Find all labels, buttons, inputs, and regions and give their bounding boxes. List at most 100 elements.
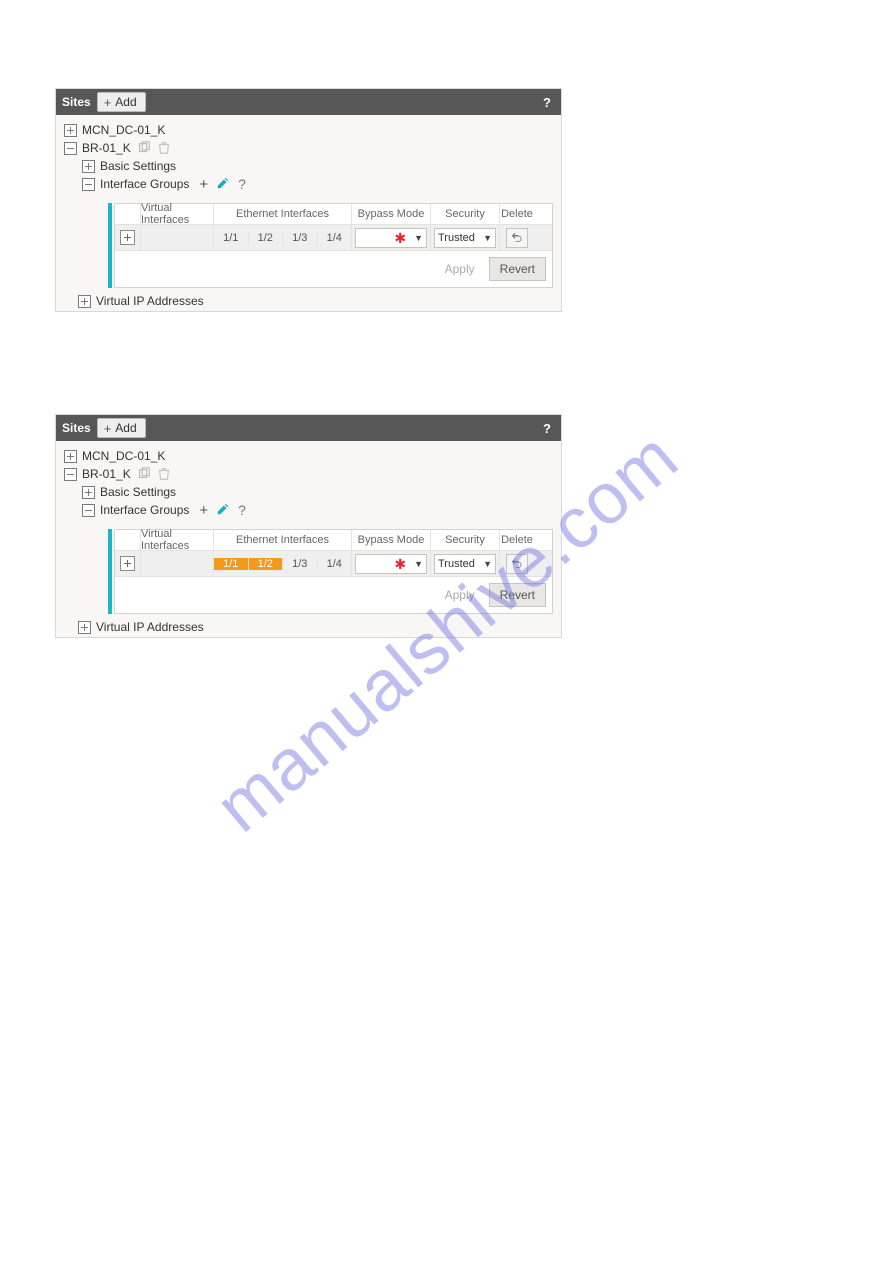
- row-add-cell: [115, 225, 140, 250]
- tree-node[interactable]: Basic Settings: [82, 157, 555, 175]
- sites-panel: Sites + Add ? MCN_DC-01_K BR-01_K Basic …: [55, 88, 562, 312]
- tree-node[interactable]: Interface Groups + ?: [82, 175, 555, 193]
- interface-groups-grid: Virtual Interfaces Ethernet Interfaces B…: [114, 529, 553, 614]
- panel-header: Sites + Add ?: [56, 415, 561, 441]
- eth-port-toggle[interactable]: 1/3: [282, 232, 317, 244]
- col-virtual-interfaces: Virtual Interfaces: [140, 530, 213, 550]
- add-icon[interactable]: +: [199, 502, 208, 519]
- node-label: Basic Settings: [100, 485, 176, 499]
- collapse-icon[interactable]: [82, 178, 95, 191]
- node-label: Basic Settings: [100, 159, 176, 173]
- col-delete: Delete: [499, 530, 534, 550]
- tree-node[interactable]: Virtual IP Addresses: [78, 294, 561, 308]
- clone-icon[interactable]: [137, 141, 151, 155]
- virtual-interfaces-cell[interactable]: [140, 551, 213, 576]
- grid-header: Virtual Interfaces Ethernet Interfaces B…: [115, 204, 552, 224]
- tree-node[interactable]: MCN_DC-01_K: [64, 121, 555, 139]
- expand-icon[interactable]: [64, 124, 77, 137]
- add-site-button[interactable]: + Add: [97, 418, 146, 438]
- trash-icon[interactable]: [157, 141, 171, 155]
- apply-button[interactable]: Apply: [437, 583, 483, 607]
- col-ethernet-interfaces: Ethernet Interfaces: [213, 530, 351, 550]
- collapse-icon[interactable]: [82, 504, 95, 517]
- tree-node[interactable]: Basic Settings: [82, 483, 555, 501]
- add-row-icon[interactable]: [120, 230, 135, 245]
- help-icon[interactable]: ?: [238, 502, 246, 518]
- edit-icon[interactable]: [216, 176, 230, 193]
- required-icon: ✱: [394, 557, 406, 571]
- col-blank: [115, 530, 140, 550]
- collapse-icon[interactable]: [64, 142, 77, 155]
- expand-icon[interactable]: [82, 486, 95, 499]
- grid-header: Virtual Interfaces Ethernet Interfaces B…: [115, 530, 552, 550]
- grid-footer: Apply Revert: [115, 250, 552, 287]
- accent-bar: [108, 203, 112, 288]
- tree-node[interactable]: MCN_DC-01_K: [64, 447, 555, 465]
- eth-port-toggle[interactable]: 1/2: [248, 558, 283, 570]
- col-delete: Delete: [499, 204, 534, 224]
- interface-groups-grid: Virtual Interfaces Ethernet Interfaces B…: [114, 203, 553, 288]
- tree-node[interactable]: BR-01_K: [64, 139, 555, 157]
- security-cell: Trusted ▼: [430, 225, 499, 250]
- node-label: BR-01_K: [82, 467, 131, 481]
- chevron-down-icon: ▼: [483, 559, 492, 569]
- bypass-mode-select[interactable]: ✱▼: [355, 228, 427, 248]
- security-select[interactable]: Trusted ▼: [434, 228, 496, 248]
- tree-node[interactable]: Interface Groups + ?: [82, 501, 555, 519]
- expand-icon[interactable]: [64, 450, 77, 463]
- node-label: MCN_DC-01_K: [82, 449, 165, 463]
- col-blank: [115, 204, 140, 224]
- help-icon[interactable]: ?: [543, 421, 551, 436]
- clone-icon[interactable]: [137, 467, 151, 481]
- security-select[interactable]: Trusted ▼: [434, 554, 496, 574]
- node-label: BR-01_K: [82, 141, 131, 155]
- panel-title: Sites: [62, 95, 91, 109]
- bypass-mode-cell: ✱▼: [351, 225, 430, 250]
- revert-button[interactable]: Revert: [489, 583, 546, 607]
- collapse-icon[interactable]: [64, 468, 77, 481]
- bypass-mode-cell: ✱▼: [351, 551, 430, 576]
- security-cell: Trusted ▼: [430, 551, 499, 576]
- eth-port-toggle[interactable]: 1/1: [214, 232, 248, 244]
- undo-button[interactable]: [506, 228, 528, 248]
- apply-button[interactable]: Apply: [437, 257, 483, 281]
- expand-icon[interactable]: [82, 160, 95, 173]
- eth-port-toggle[interactable]: 1/1: [214, 558, 248, 570]
- add-label: Add: [115, 421, 136, 435]
- add-icon[interactable]: +: [199, 176, 208, 193]
- chevron-down-icon: ▼: [414, 233, 423, 243]
- node-label: Virtual IP Addresses: [96, 294, 204, 308]
- panel-title: Sites: [62, 421, 91, 435]
- eth-port-toggle[interactable]: 1/4: [317, 558, 352, 570]
- panel-header: Sites + Add ?: [56, 89, 561, 115]
- grid: Virtual Interfaces Ethernet Interfaces B…: [114, 529, 553, 614]
- eth-port-toggle[interactable]: 1/3: [282, 558, 317, 570]
- security-value: Trusted: [438, 232, 475, 244]
- bypass-mode-select[interactable]: ✱▼: [355, 554, 427, 574]
- eth-port-toggle[interactable]: 1/2: [248, 232, 283, 244]
- col-bypass-mode: Bypass Mode: [351, 530, 430, 550]
- col-ethernet-interfaces: Ethernet Interfaces: [213, 204, 351, 224]
- site-tree: MCN_DC-01_K BR-01_K Basic Settings Inter…: [56, 441, 561, 523]
- node-label: Virtual IP Addresses: [96, 620, 204, 634]
- help-icon[interactable]: ?: [543, 95, 551, 110]
- revert-button[interactable]: Revert: [489, 257, 546, 281]
- expand-icon[interactable]: [78, 621, 91, 634]
- add-label: Add: [115, 95, 136, 109]
- eth-port-toggle[interactable]: 1/4: [317, 232, 352, 244]
- grid-row: 1/1 1/2 1/3 1/4 ✱▼ Trusted ▼: [115, 224, 552, 250]
- add-row-icon[interactable]: [120, 556, 135, 571]
- add-site-button[interactable]: + Add: [97, 92, 146, 112]
- help-icon[interactable]: ?: [238, 176, 246, 192]
- expand-icon[interactable]: [78, 295, 91, 308]
- undo-button[interactable]: [506, 554, 528, 574]
- tree-node[interactable]: Virtual IP Addresses: [78, 620, 561, 634]
- required-icon: ✱: [394, 231, 406, 245]
- trash-icon[interactable]: [157, 467, 171, 481]
- col-bypass-mode: Bypass Mode: [351, 204, 430, 224]
- tree-node[interactable]: BR-01_K: [64, 465, 555, 483]
- edit-icon[interactable]: [216, 502, 230, 519]
- virtual-interfaces-cell[interactable]: [140, 225, 213, 250]
- delete-cell: [499, 551, 534, 576]
- plus-icon: +: [104, 96, 112, 109]
